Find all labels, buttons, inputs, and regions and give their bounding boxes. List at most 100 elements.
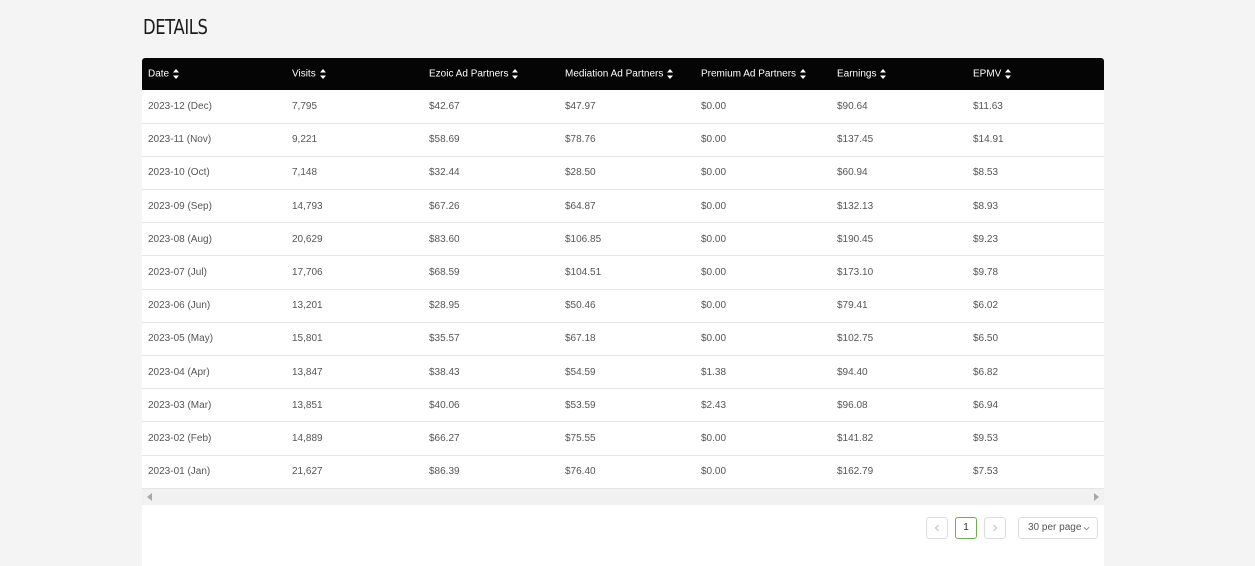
table-cell: 2023-09 (Sep) [148, 200, 212, 212]
table-cell: $2.43 [701, 399, 727, 411]
scroll-left-icon[interactable] [146, 493, 154, 501]
table-cell: $11.63 [973, 100, 1003, 112]
table-cell: 2023-11 (Nov) [148, 134, 212, 146]
table-cell: $137.45 [837, 134, 874, 146]
table-cell: $106.85 [565, 233, 602, 245]
table-cell: 17,706 [292, 267, 323, 279]
sort-icon[interactable] [511, 67, 519, 81]
table-cell: $0.00 [701, 333, 727, 345]
sort-icon[interactable] [666, 67, 674, 81]
table-cell: $6.50 [973, 333, 999, 345]
table-cell: $64.87 [565, 200, 596, 212]
table-cell: 14,889 [292, 432, 323, 444]
table-cell: 2023-05 (May) [148, 333, 214, 345]
table-cell: $83.60 [429, 233, 460, 245]
table-cell: $6.02 [973, 300, 999, 312]
table-row: 2023-07 (Jul) 17,706 $68.59 $104.51 $0.00 $17… [142, 256, 1104, 290]
table-cell: $6.94 [973, 399, 999, 411]
details-panel: Date Visits Ezoic Ad Partners Mediation Ad … [142, 58, 1104, 566]
sort-icon[interactable] [799, 67, 807, 81]
table-cell: 14,793 [292, 200, 323, 212]
column-header-label: Earnings [837, 68, 877, 80]
column-header-label: Mediation Ad Partners [565, 68, 664, 80]
table-cell: $0.00 [701, 466, 727, 478]
table-cell: 13,851 [292, 399, 323, 411]
scroll-right-icon[interactable] [1092, 493, 1100, 501]
next-page-button[interactable] [984, 517, 1006, 539]
table-row: 2023-12 (Dec) 7,795 $42.67 $47.97 $0.00 $90.6… [142, 90, 1104, 124]
horizontal-scrollbar[interactable] [142, 489, 1104, 505]
table-row: 2023-02 (Feb) 14,889 $66.27 $75.55 $0.00 $141… [142, 422, 1104, 456]
column-header[interactable]: Earnings [831, 58, 967, 90]
table-cell: $104.51 [565, 267, 602, 279]
table-cell: $50.46 [565, 300, 596, 312]
table-cell: 2023-10 (Oct) [148, 167, 210, 179]
table-cell: $42.67 [429, 100, 460, 112]
table-cell: $0.00 [701, 267, 727, 279]
column-header[interactable]: Visits [286, 58, 423, 90]
table-cell: $78.76 [565, 134, 596, 146]
table-cell: $0.00 [701, 167, 727, 179]
table-cell: $94.40 [837, 366, 868, 378]
table-cell: $67.26 [429, 200, 460, 212]
sort-icon[interactable] [879, 67, 887, 81]
chevron-down-icon [1083, 526, 1090, 531]
page: DETAILS Date Visits Ezoic Ad Partners Media… [0, 0, 1255, 566]
table-cell: $58.69 [429, 134, 460, 146]
table-cell: 15,801 [292, 333, 323, 345]
table-cell: 2023-03 (Mar) [148, 399, 212, 411]
sort-icon[interactable] [319, 67, 327, 81]
table-cell: $173.10 [837, 267, 874, 279]
table-cell: 7,795 [292, 100, 318, 112]
column-header-label: Visits [292, 68, 316, 80]
table-cell: $9.23 [973, 233, 999, 245]
column-header[interactable]: Mediation Ad Partners [559, 58, 695, 90]
table-row: 2023-01 (Jan) 21,627 $86.39 $76.40 $0.00 $162… [142, 455, 1104, 489]
per-page-select[interactable]: 30 per page [1018, 517, 1098, 539]
table-cell: $79.41 [837, 300, 868, 312]
table-row: 2023-09 (Sep) 14,793 $67.26 $64.87 $0.00 $132… [142, 190, 1104, 223]
table-cell: $66.27 [429, 432, 460, 444]
chevron-left-icon [934, 524, 939, 532]
column-header-label: Date [148, 68, 170, 80]
page-number-button[interactable]: 1 [955, 517, 977, 539]
table-cell: 2023-01 (Jan) [148, 466, 211, 478]
table-cell: $28.95 [429, 300, 460, 312]
chevron-right-icon [993, 524, 998, 532]
table-row: 2023-08 (Aug) 20,629 $83.60 $106.85 $0.00 $19… [142, 223, 1104, 256]
table-cell: $9.53 [973, 432, 999, 444]
per-page-value: 30 per page [1028, 522, 1082, 533]
table-cell: $60.94 [837, 167, 868, 179]
table-row: 2023-03 (Mar) 13,851 $40.06 $53.59 $2.43 $96.… [142, 389, 1104, 422]
column-header[interactable]: Premium Ad Partners [695, 58, 831, 90]
table-cell: $190.45 [837, 233, 874, 245]
table-row: 2023-06 (Jun) 13,201 $28.95 $50.46 $0.00 $79.… [142, 289, 1104, 323]
table-cell: 21,627 [292, 466, 323, 478]
table-header: Date Visits Ezoic Ad Partners Mediation Ad … [142, 58, 1104, 90]
table-cell: 2023-08 (Aug) [148, 233, 212, 245]
column-header[interactable]: EPMV [967, 58, 1104, 90]
table-row: 2023-11 (Nov) 9,221 $58.69 $78.76 $0.00 $137.… [142, 123, 1104, 157]
details-table: Date Visits Ezoic Ad Partners Mediation Ad … [142, 58, 1104, 489]
table-cell: $38.43 [429, 366, 460, 378]
table-cell: $8.93 [973, 200, 999, 212]
table-cell: $102.75 [837, 333, 874, 345]
sort-icon[interactable] [172, 67, 180, 81]
sort-icon[interactable] [1004, 67, 1012, 81]
prev-page-button[interactable] [926, 517, 948, 539]
table-cell: $32.44 [429, 167, 460, 179]
table-cell: $0.00 [701, 200, 727, 212]
table-row: 2023-10 (Oct) 7,148 $32.44 $28.50 $0.00 $60.9… [142, 156, 1104, 190]
table-cell: $1.38 [701, 366, 727, 378]
table-cell: $76.40 [565, 466, 596, 478]
table-cell: $47.97 [565, 100, 596, 112]
column-header[interactable]: Date [142, 58, 286, 90]
column-header-label: EPMV [973, 68, 1002, 80]
table-cell: 20,629 [292, 233, 323, 245]
column-header-label: Ezoic Ad Partners [429, 68, 509, 80]
table-cell: $0.00 [701, 432, 727, 444]
table-cell: 13,201 [292, 300, 323, 312]
table-cell: $90.64 [837, 100, 868, 112]
column-header[interactable]: Ezoic Ad Partners [423, 58, 559, 90]
table-cell: $14.91 [973, 134, 1004, 146]
